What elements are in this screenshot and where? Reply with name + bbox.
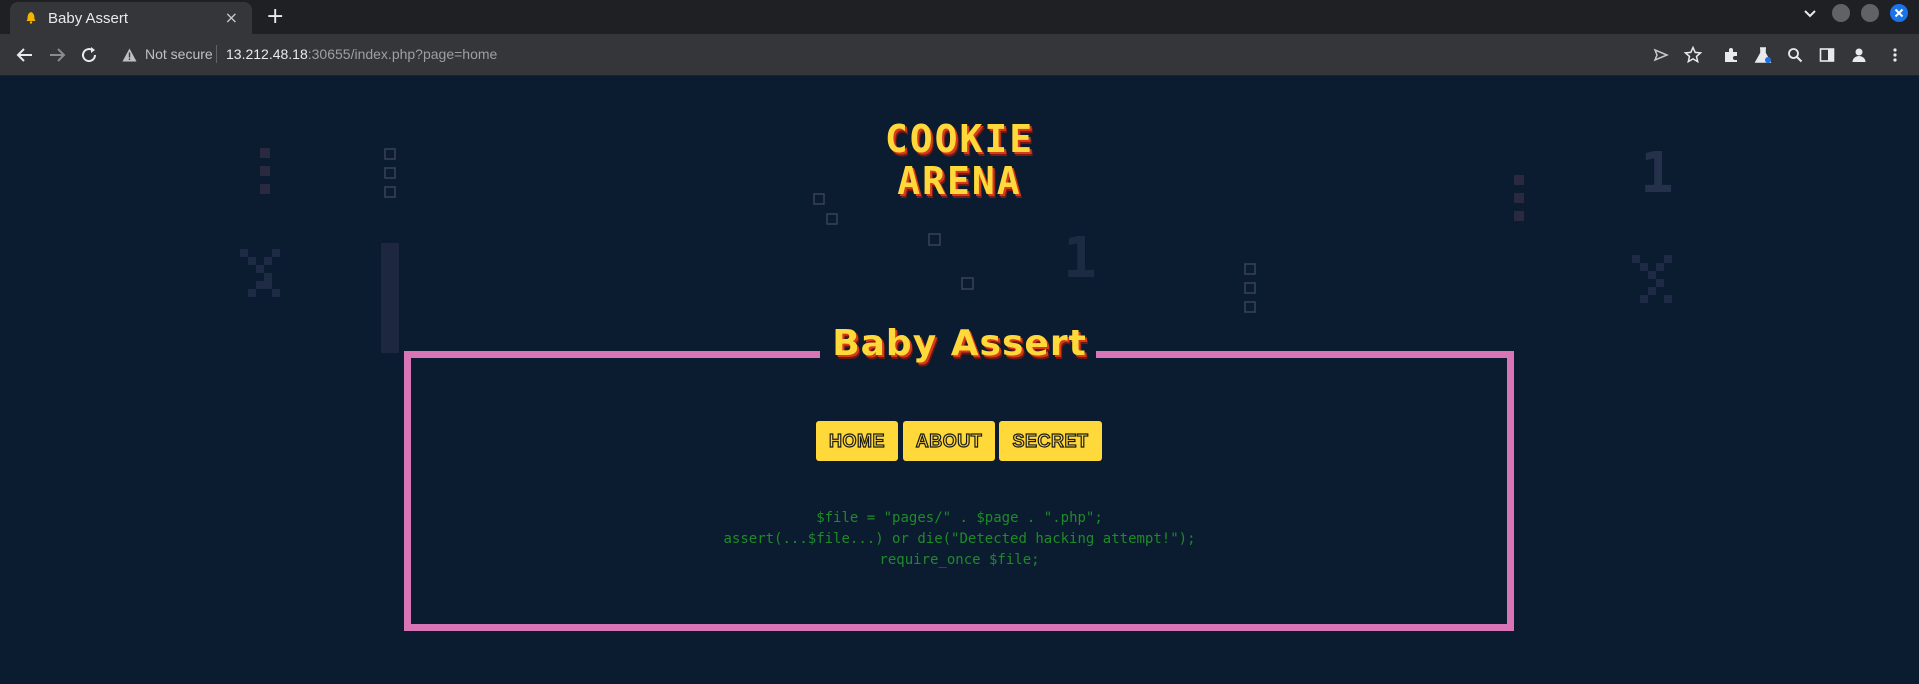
url-path: :30655/index.php?page=home (307, 46, 498, 62)
challenge-frame (404, 351, 1514, 631)
reload-icon[interactable] (79, 45, 99, 65)
divider (216, 45, 217, 63)
nav-about-button[interactable]: ABOUT (903, 421, 995, 461)
browser-tab[interactable]: Baby Assert × (10, 2, 252, 34)
tab-title: Baby Assert (48, 10, 129, 27)
site-logo-line1[interactable]: COOKIE (0, 117, 1919, 161)
code-line-1: $file = "pages/" . $page . ".php"; (816, 510, 1103, 526)
svg-text:1: 1 (1063, 226, 1097, 291)
close-window-button[interactable] (1890, 4, 1908, 22)
bookmark-star-icon[interactable] (1684, 46, 1702, 64)
web-page: 1 1 COOKIE ARENA Baby Assert HOME ABOUT … (0, 77, 1919, 684)
url-text[interactable]: 13.212.48.18:30655/index.php?page=home (226, 46, 497, 62)
tab-search-chevron-icon[interactable] (1803, 7, 1817, 21)
url-host: 13.212.48.18 (226, 46, 308, 62)
bell-favicon-icon (26, 12, 36, 24)
tab-close-icon[interactable]: × (225, 8, 238, 27)
site-logo-line2[interactable]: ARENA (0, 159, 1919, 203)
nav-home-button[interactable]: HOME (816, 421, 898, 461)
nav-secret-button[interactable]: SECRET (999, 421, 1102, 461)
minimize-button[interactable] (1832, 4, 1850, 22)
warning-icon (122, 48, 137, 62)
challenge-title: Baby Assert (832, 323, 1087, 364)
send-icon[interactable] (1652, 46, 1670, 64)
profile-avatar-icon[interactable] (1850, 46, 1868, 64)
zoom-search-icon[interactable] (1786, 46, 1804, 64)
new-tab-button[interactable]: + (266, 4, 284, 29)
code-line-2: assert(...$file...) or die("Detected hac… (723, 531, 1196, 547)
side-panel-icon[interactable] (1818, 46, 1836, 64)
code-line-3: require_once $file; (879, 552, 1040, 568)
kebab-menu-icon[interactable] (1886, 46, 1904, 64)
address-bar[interactable]: Not secure 13.212.48.18:30655/index.php?… (110, 40, 1670, 70)
back-arrow-icon[interactable] (15, 45, 35, 65)
extensions-puzzle-icon[interactable] (1722, 46, 1740, 64)
browser-toolbar: Not secure 13.212.48.18:30655/index.php?… (0, 34, 1919, 76)
forward-arrow-icon[interactable] (47, 45, 67, 65)
tab-strip: Baby Assert × + (0, 0, 1919, 34)
maximize-button[interactable] (1861, 4, 1879, 22)
security-status-label[interactable]: Not secure (145, 46, 213, 62)
labs-flask-icon[interactable] (1754, 46, 1772, 64)
close-icon (1894, 8, 1904, 18)
